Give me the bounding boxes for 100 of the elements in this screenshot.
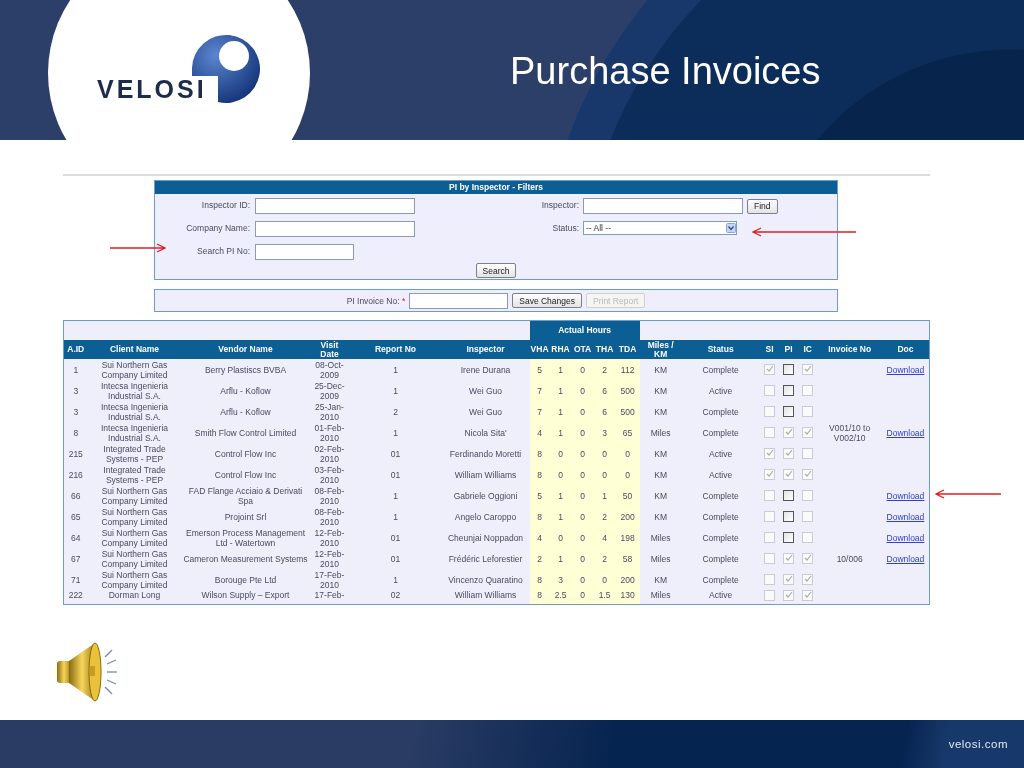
panel-title: PI by Inspector - Filters — [155, 181, 837, 194]
table-cell: Control Flow Inc — [181, 464, 310, 485]
table-cell: 1 — [549, 359, 572, 380]
column-header: Vendor Name — [181, 340, 310, 359]
table-cell: Sui Northern Gas Company Limited — [87, 569, 182, 590]
table-cell: Dorman Long — [87, 590, 182, 605]
table-cell: Angelo Caroppo — [441, 506, 530, 527]
column-header: Status — [681, 340, 760, 359]
table-cell: 0 — [571, 443, 594, 464]
checkbox[interactable] — [783, 385, 795, 397]
table-cell: 50 — [615, 485, 640, 506]
status-dropdown[interactable]: -- All -- — [583, 221, 737, 235]
table-cell: Complete — [681, 569, 760, 590]
download-link[interactable]: Download — [886, 532, 925, 543]
table-cell: 01 — [349, 527, 442, 548]
download-link[interactable]: Download — [886, 364, 925, 375]
input-field[interactable] — [409, 292, 509, 309]
table-cell: 0 — [571, 506, 594, 527]
download-link[interactable]: Download — [886, 553, 925, 564]
table-cell: 01 — [349, 464, 442, 485]
table-cell: 0 — [593, 569, 616, 590]
table-cell: 1 — [349, 569, 442, 590]
table-cell: 01 — [349, 443, 442, 464]
table-cell: Complete — [681, 527, 760, 548]
table-cell: Cameron Measurement Systems — [181, 548, 310, 569]
checkbox[interactable] — [783, 511, 795, 523]
table-cell: 17-Feb-2010 — [309, 569, 350, 590]
table-cell: Miles — [639, 422, 682, 443]
table-cell: 3 — [549, 569, 572, 590]
table-cell: 8 — [63, 422, 88, 443]
table-cell: 01 — [349, 548, 442, 569]
action-button[interactable]: Save Changes — [512, 293, 582, 308]
input-field[interactable] — [255, 198, 415, 214]
table-cell: 08-Feb-2010 — [309, 485, 350, 506]
table-cell: 17-Feb- — [309, 590, 350, 605]
table-cell: 3 — [63, 380, 88, 401]
table-cell: 12-Feb-2010 — [309, 527, 350, 548]
column-header: Client Name — [87, 340, 182, 359]
table-cell: 5 — [529, 359, 550, 380]
download-link[interactable]: Download — [886, 511, 925, 522]
table-cell: Wei Guo — [441, 401, 530, 422]
table-cell: 216 — [63, 464, 88, 485]
table-cell: 1 — [549, 548, 572, 569]
checkbox[interactable] — [783, 490, 795, 502]
table-cell: Sui Northern Gas Company Limited — [87, 548, 182, 569]
table-cell: 0 — [593, 464, 616, 485]
table-cell: Cheunjai Noppadon — [441, 527, 530, 548]
table-cell: 10/006 — [817, 548, 882, 569]
table-cell: 198 — [615, 527, 640, 548]
table-cell: 0 — [549, 464, 572, 485]
table-cell: William Williams — [441, 464, 530, 485]
table-cell: 0 — [549, 527, 572, 548]
table-cell: 25-Dec-2009 — [309, 380, 350, 401]
table-cell: 6 — [593, 380, 616, 401]
table-cell: Active — [681, 464, 760, 485]
table-cell: Intecsa Ingenieria Industrial S.A. — [87, 422, 182, 443]
table-cell: 8 — [529, 443, 550, 464]
table-cell: Complete — [681, 422, 760, 443]
table-cell: 3 — [63, 401, 88, 422]
column-header: OTA — [571, 340, 594, 359]
table-cell: KM — [639, 464, 682, 485]
table-cell: KM — [639, 359, 682, 380]
table-cell: Wilson Supply – Export — [181, 590, 310, 605]
table-cell: KM — [639, 443, 682, 464]
table-cell: 08-Feb-2010 — [309, 506, 350, 527]
search-button[interactable]: Search — [475, 263, 517, 278]
table-cell: 2 — [593, 506, 616, 527]
download-link[interactable]: Download — [886, 427, 925, 438]
download-link[interactable]: Download — [886, 490, 925, 501]
column-header: Actual Hours — [529, 320, 640, 340]
table-cell: Integrated Trade Systems - PEP — [87, 443, 182, 464]
checkbox[interactable] — [783, 406, 795, 418]
table-cell: 200 — [615, 506, 640, 527]
table-cell: Active — [681, 380, 760, 401]
column-header: A.ID — [63, 340, 88, 359]
table-cell: 1 — [63, 359, 88, 380]
table-cell: 222 — [63, 590, 88, 605]
checkbox[interactable] — [783, 364, 795, 376]
table-cell: Borouge Pte Ltd — [181, 569, 310, 590]
find-button[interactable]: Find — [747, 198, 778, 214]
table-cell: 0 — [571, 380, 594, 401]
input-field[interactable] — [255, 244, 354, 260]
input-field[interactable] — [583, 198, 743, 214]
table-cell: Frédéric Leforestier — [441, 548, 530, 569]
field-label: PI Invoice No: * — [346, 295, 406, 306]
table-cell: 03-Feb-2010 — [309, 464, 350, 485]
column-header: Miles / KM — [639, 340, 682, 359]
table-cell: Nicola Sita' — [441, 422, 530, 443]
field-label: Search PI No: — [196, 245, 250, 258]
input-field[interactable] — [255, 221, 415, 237]
table-cell: 66 — [63, 485, 88, 506]
table-cell: 25-Jan-2010 — [309, 401, 350, 422]
table-cell: 1 — [349, 422, 442, 443]
checkbox[interactable] — [783, 532, 795, 544]
table-cell: 500 — [615, 380, 640, 401]
table-cell: 0 — [571, 527, 594, 548]
table-cell: 1 — [549, 506, 572, 527]
table-cell: KM — [639, 401, 682, 422]
table-cell: 65 — [63, 506, 88, 527]
table-cell: Arflu - Koflow — [181, 380, 310, 401]
